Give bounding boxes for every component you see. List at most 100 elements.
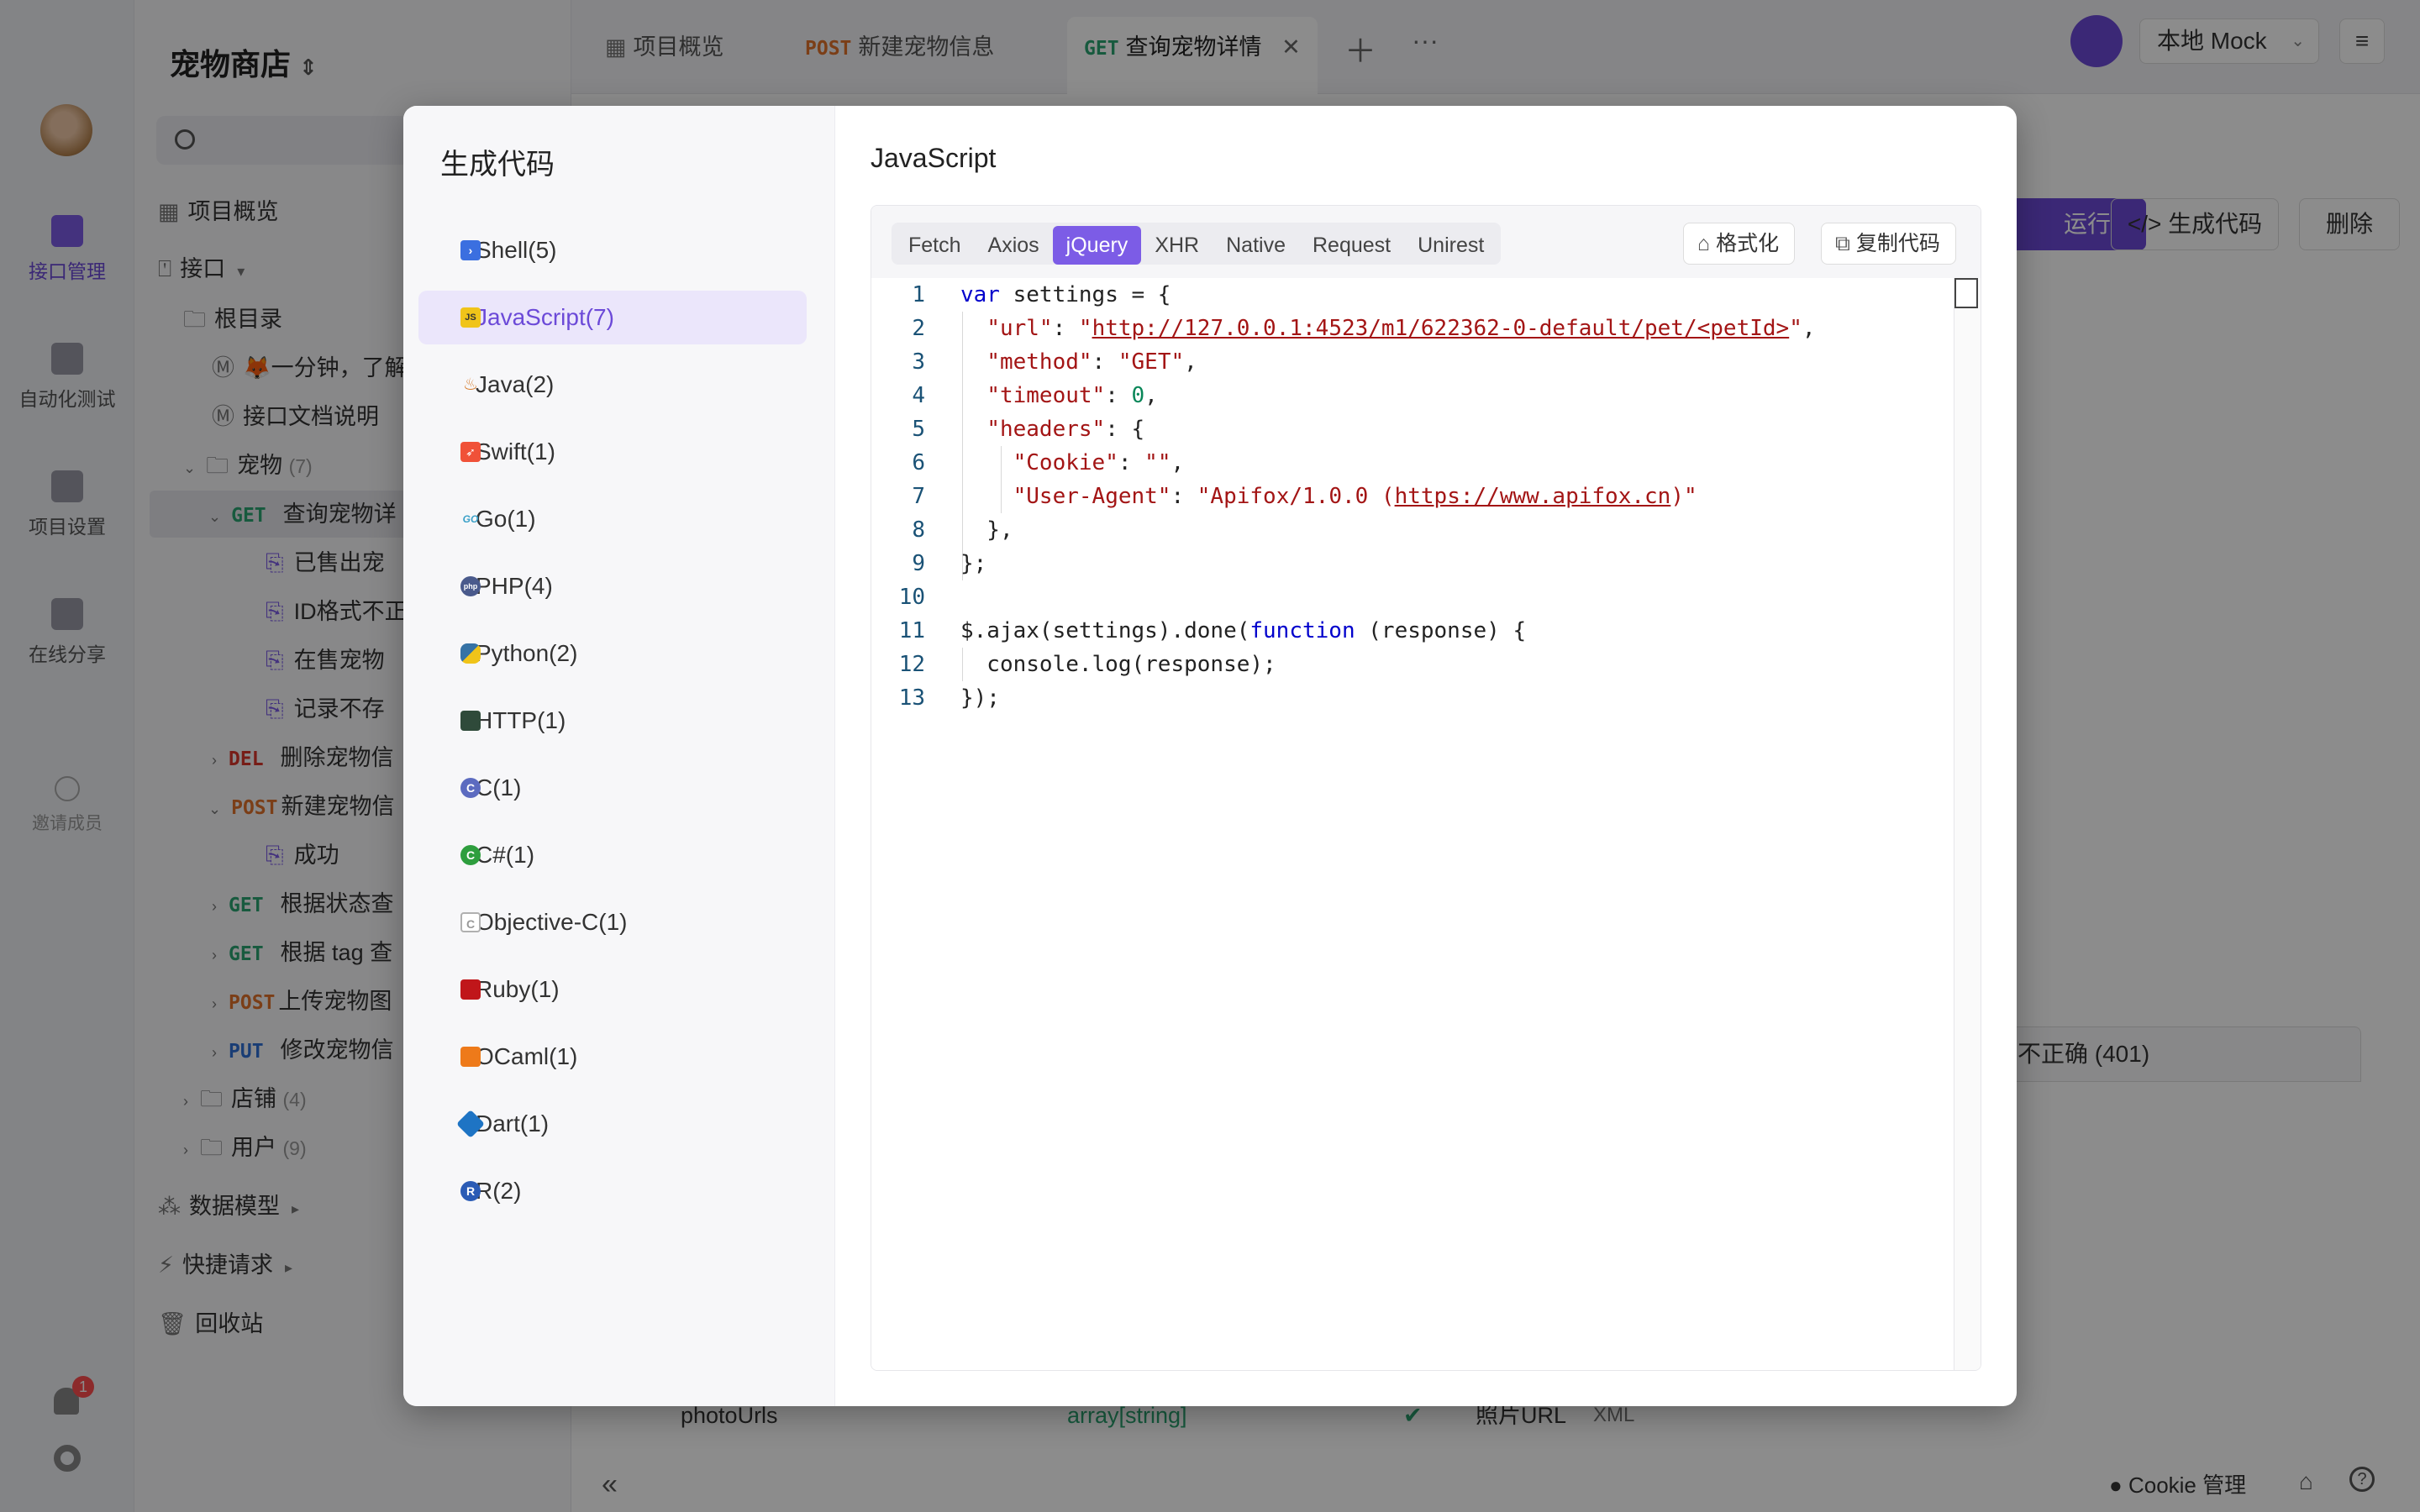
library-tab-jquery[interactable]: jQuery xyxy=(1052,226,1142,265)
language-item-c[interactable]: C C(1) xyxy=(418,761,807,815)
objective-c-icon: C xyxy=(460,912,481,932)
language-label: Python(2) xyxy=(476,640,578,666)
code-text: "timeout": 0, xyxy=(986,383,1158,408)
code-text: }); xyxy=(960,685,1000,711)
code-line: 6 "Cookie": "", xyxy=(871,446,1955,480)
language-label: Objective-C(1) xyxy=(476,909,628,935)
python-icon xyxy=(460,643,481,664)
language-list: 生成代码 › Shell(5) JS JavaScript(7) ♨ Java(2) … xyxy=(403,106,835,1406)
library-tab-axios[interactable]: Axios xyxy=(975,226,1053,265)
code-line: 11 $.ajax(settings).done(function (respon… xyxy=(871,614,1955,648)
line-number: 12 xyxy=(898,652,925,677)
language-label: Java(2) xyxy=(476,371,555,397)
line-number: 8 xyxy=(912,517,925,543)
line-number: 13 xyxy=(898,685,925,711)
code-line: 2 "url": "http://127.0.0.1:4523/m1/62236… xyxy=(871,312,1955,345)
code-text: }; xyxy=(960,551,987,576)
code-line: 13}); xyxy=(871,681,1955,715)
line-number: 7 xyxy=(912,484,925,509)
code-text: $.ajax(settings).done(function (response… xyxy=(960,618,1527,643)
language-label: Go(1) xyxy=(476,506,536,532)
code-toolbar: Fetch Axios jQuery XHR Native Request Un… xyxy=(871,206,1981,278)
language-label: Swift(1) xyxy=(476,438,555,465)
library-tab-native[interactable]: Native xyxy=(1213,226,1299,265)
language-item-ruby[interactable]: Ruby(1) xyxy=(418,963,807,1016)
r-icon: R xyxy=(460,1181,481,1201)
javascript-icon: JS xyxy=(460,307,481,328)
java-icon: ♨ xyxy=(463,375,478,394)
language-label: C(1) xyxy=(476,774,522,801)
code-line: 3 "method": "GET", xyxy=(871,345,1955,379)
code-text: "url": "http://127.0.0.1:4523/m1/622362-… xyxy=(986,316,1816,341)
library-tabs: Fetch Axios jQuery XHR Native Request Un… xyxy=(892,223,1502,265)
language-label: OCaml(1) xyxy=(476,1043,578,1069)
copy-label: 复制代码 xyxy=(1855,232,1940,255)
language-item-csharp[interactable]: C C#(1) xyxy=(418,828,807,882)
language-item-shell[interactable]: › Shell(5) xyxy=(418,223,807,277)
go-icon: GO xyxy=(462,513,479,525)
language-label: JavaScript(7) xyxy=(476,304,614,330)
code-line: 5 "headers": { xyxy=(871,412,1955,446)
line-number: 11 xyxy=(898,618,925,643)
swift-icon: ➶ xyxy=(460,442,481,462)
language-item-ocaml[interactable]: OCaml(1) xyxy=(418,1030,807,1084)
code-line: 8 }, xyxy=(871,513,1955,547)
language-label: PHP(4) xyxy=(476,573,553,599)
code-line: 1 var settings = { xyxy=(871,278,1955,312)
copy-code-button[interactable]: ⧉ 复制代码 xyxy=(1821,223,1956,265)
code-text: console.log(response); xyxy=(960,652,1276,677)
library-tab-unirest[interactable]: Unirest xyxy=(1404,226,1497,265)
language-label: R(2) xyxy=(476,1178,522,1204)
code-scrollbar[interactable] xyxy=(1954,278,1981,1370)
copy-icon: ⧉ xyxy=(1835,232,1850,255)
code-editor[interactable]: 1 var settings = { 2 "url": "http://127.0… xyxy=(871,278,1981,1370)
line-number: 5 xyxy=(912,417,925,442)
language-title: JavaScript xyxy=(871,143,997,173)
language-item-java[interactable]: ♨ Java(2) xyxy=(418,358,807,412)
language-item-objective-c[interactable]: C Objective-C(1) xyxy=(418,895,807,949)
code-text: }, xyxy=(960,517,1013,543)
code-panel: JavaScript × Fetch Axios jQuery XHR Nati… xyxy=(835,106,2017,1406)
language-item-r[interactable]: R R(2) xyxy=(418,1164,807,1218)
code-line: 10 xyxy=(871,580,1955,614)
line-number: 3 xyxy=(912,349,925,375)
csharp-icon: C xyxy=(460,845,481,865)
code-line: 12 console.log(response); xyxy=(871,648,1955,681)
line-number: 1 xyxy=(912,282,925,307)
code-text: var settings = { xyxy=(960,282,1171,307)
php-icon: php xyxy=(460,576,481,596)
code-line: 9}; xyxy=(871,547,1955,580)
scroll-thumb[interactable] xyxy=(1954,278,1978,308)
format-label: 格式化 xyxy=(1716,232,1780,255)
language-item-javascript[interactable]: JS JavaScript(7) xyxy=(418,291,807,344)
language-item-http[interactable]: HTTP(1) xyxy=(418,694,807,748)
line-number: 10 xyxy=(898,585,925,610)
language-item-dart[interactable]: Dart(1) xyxy=(418,1097,807,1151)
language-label: C#(1) xyxy=(476,842,535,868)
language-label: HTTP(1) xyxy=(476,707,566,733)
language-item-go[interactable]: GO Go(1) xyxy=(418,492,807,546)
code-container: Fetch Axios jQuery XHR Native Request Un… xyxy=(871,205,1981,1371)
dialog-title: 生成代码 xyxy=(440,149,555,181)
ocaml-icon xyxy=(460,1047,481,1067)
language-item-swift[interactable]: ➶ Swift(1) xyxy=(418,425,807,479)
format-button[interactable]: ⌂ 格式化 xyxy=(1683,223,1796,265)
shell-icon: › xyxy=(460,240,481,260)
code-line: 4 "timeout": 0, xyxy=(871,379,1955,412)
code-text: "Cookie": "", xyxy=(1013,450,1185,475)
code-text: "headers": { xyxy=(986,417,1145,442)
language-label: Dart(1) xyxy=(476,1110,550,1137)
code-text: "method": "GET", xyxy=(986,349,1197,375)
generate-code-dialog: 生成代码 › Shell(5) JS JavaScript(7) ♨ Java(2) … xyxy=(403,106,2017,1406)
library-tab-fetch[interactable]: Fetch xyxy=(895,226,975,265)
line-number: 6 xyxy=(912,450,925,475)
language-item-php[interactable]: php PHP(4) xyxy=(418,559,807,613)
language-item-python[interactable]: Python(2) xyxy=(418,627,807,680)
http-icon xyxy=(460,711,481,731)
ruby-icon xyxy=(460,979,481,1000)
line-number: 2 xyxy=(912,316,925,341)
library-tab-xhr[interactable]: XHR xyxy=(1141,226,1213,265)
library-tab-request[interactable]: Request xyxy=(1299,226,1404,265)
code-line: 7 "User-Agent": "Apifox/1.0.0 (https://w… xyxy=(871,480,1955,513)
line-number: 4 xyxy=(912,383,925,408)
